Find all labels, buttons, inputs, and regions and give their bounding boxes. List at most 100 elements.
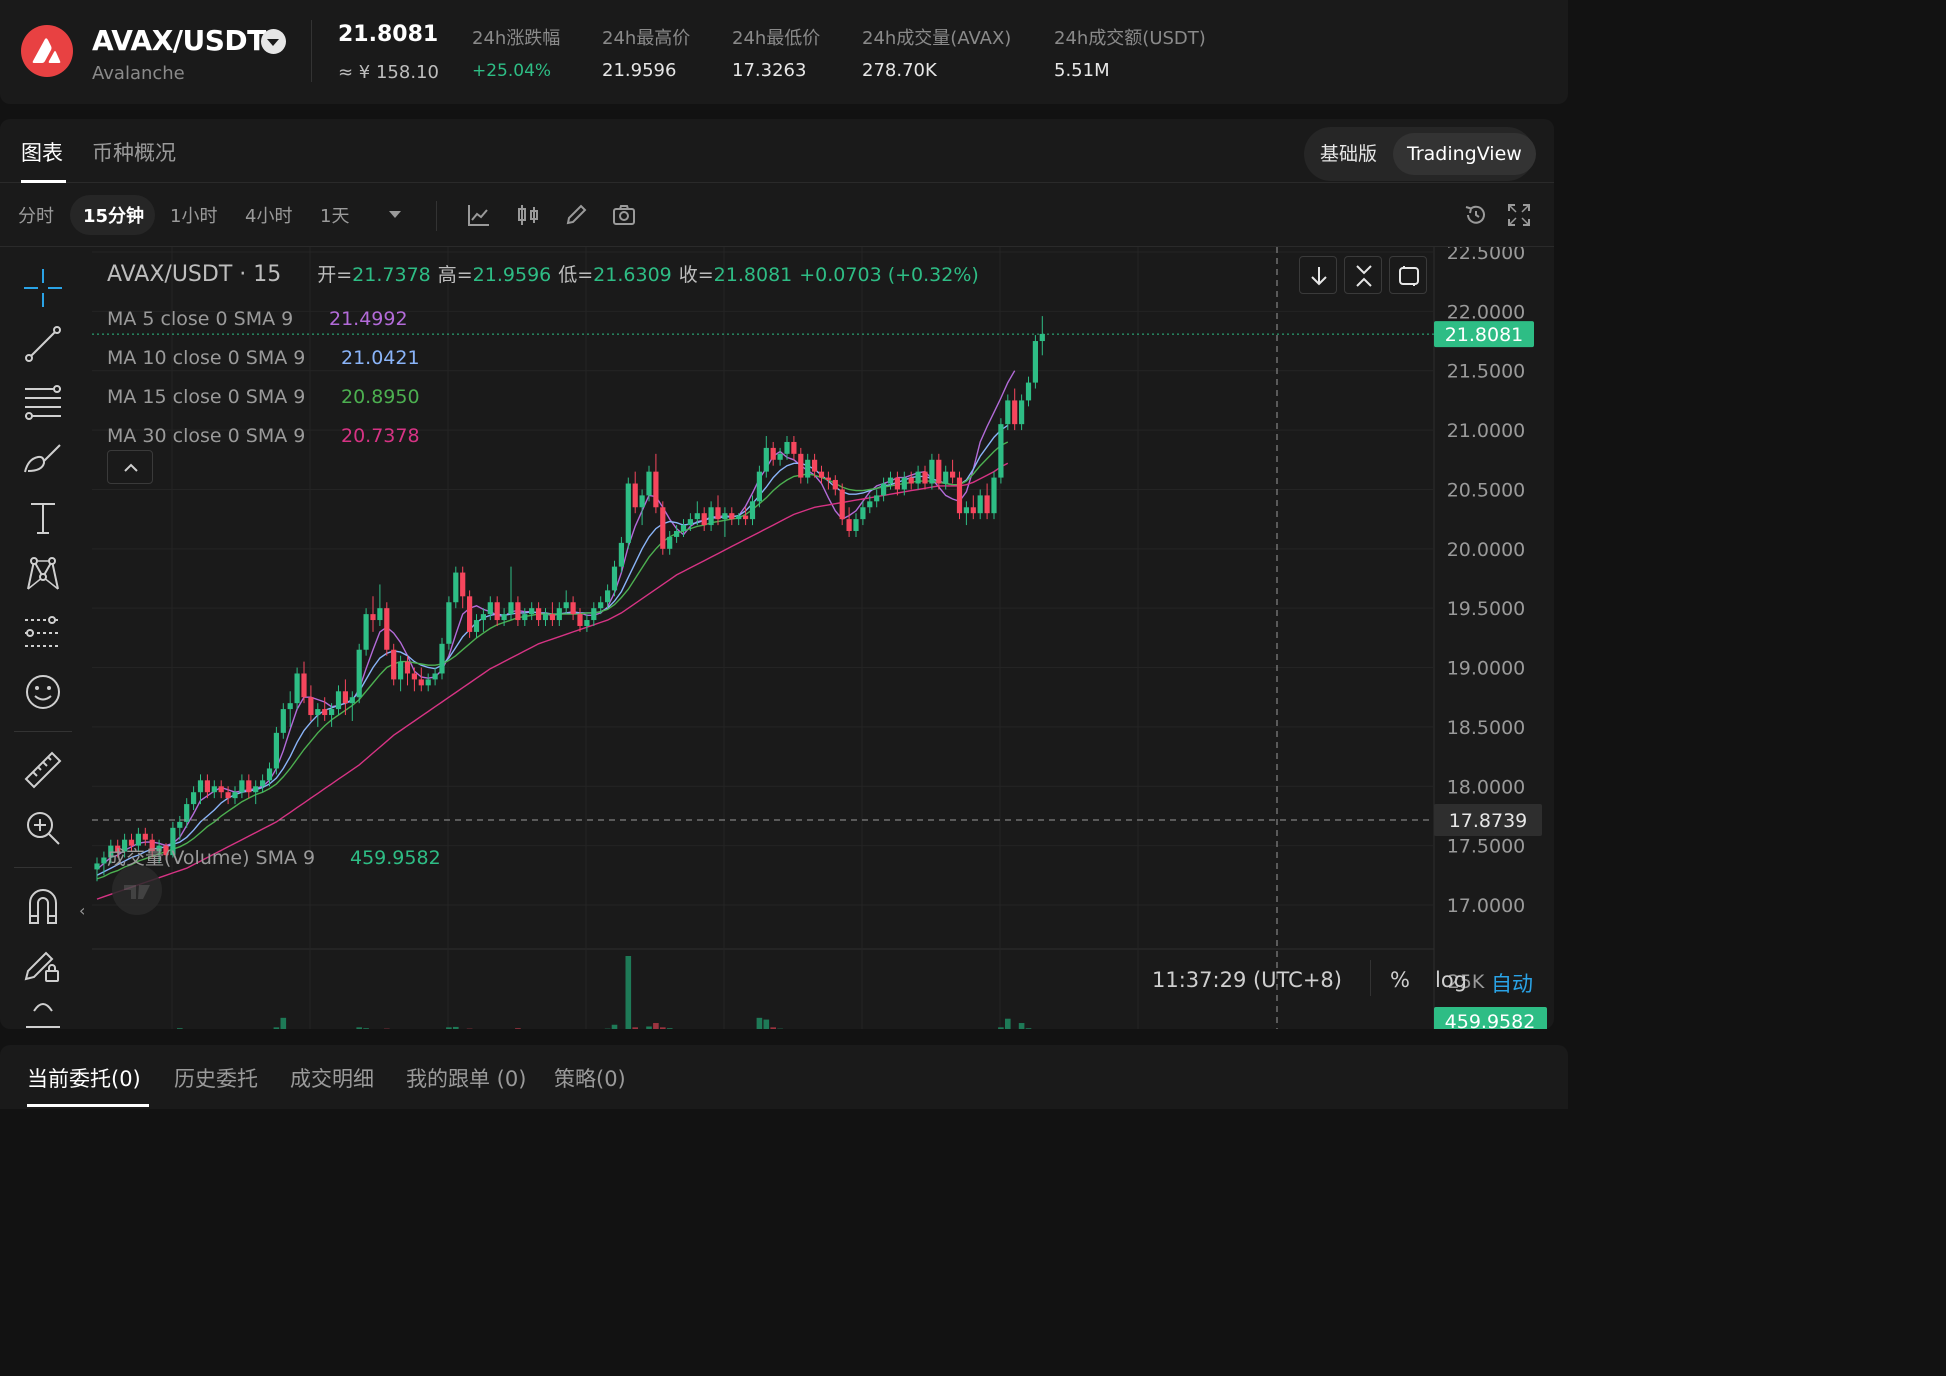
candle-body	[943, 471, 949, 484]
candle-body	[950, 471, 956, 478]
pair-symbol[interactable]: AVAX/USDT	[92, 24, 266, 57]
candle-body	[1039, 333, 1045, 342]
candle-body	[1012, 400, 1018, 425]
collapse-legend-button[interactable]	[107, 450, 153, 484]
zoom-in-icon[interactable]	[22, 807, 64, 849]
candle-body	[963, 507, 969, 514]
text-tool-icon[interactable]	[22, 497, 64, 539]
eye-icon[interactable]	[22, 999, 64, 1029]
last-price-cny: ≈ ¥ 158.10	[338, 62, 439, 83]
pencil-icon[interactable]	[563, 202, 589, 228]
candle-body	[881, 483, 887, 496]
candle-body	[618, 542, 624, 567]
chart-panel: 图表 币种概况 基础版 TradingView 分时 15分钟 1小时 4小时 …	[0, 119, 1554, 1077]
ma-legend-row[interactable]: MA 5 close 0 SMA 9 21.4992	[107, 300, 420, 339]
candle-body	[563, 602, 569, 609]
candle-body	[715, 507, 721, 520]
last-price: 21.8081	[338, 22, 439, 47]
pair-full-name: Avalanche	[92, 63, 185, 84]
candle-body	[432, 673, 438, 680]
volume-bar	[363, 1028, 369, 1036]
maximize-pane-button[interactable]	[1389, 256, 1427, 294]
candle-body	[377, 608, 383, 621]
more-intervals-icon[interactable]	[389, 211, 401, 218]
tab-copy-trading[interactable]: 我的跟单 (0)	[406, 1063, 526, 1093]
percent-scale-button[interactable]: %	[1390, 968, 1410, 992]
candle-body	[660, 507, 666, 549]
ma-legend-row[interactable]: MA 15 close 0 SMA 9 20.8950	[107, 378, 420, 417]
candle-body	[1025, 382, 1032, 401]
indicators-icon[interactable]	[515, 202, 541, 228]
candle-body	[329, 709, 335, 716]
scroll-left-icon[interactable]: ‹	[79, 901, 85, 920]
log-scale-button[interactable]: log	[1435, 968, 1467, 992]
interval-4h[interactable]: 4小时	[245, 202, 292, 228]
chart-type-icon[interactable]	[466, 202, 492, 228]
stat-value-high: 21.9596	[602, 60, 677, 81]
candle-body	[529, 608, 535, 615]
interval-timeline[interactable]: 分时	[18, 202, 54, 228]
brush-icon[interactable]	[22, 439, 64, 481]
trend-line-icon[interactable]	[22, 323, 64, 365]
volume-bar	[770, 1027, 776, 1036]
interval-1d[interactable]: 1天	[320, 202, 349, 228]
lock-drawing-icon[interactable]	[22, 943, 64, 985]
ma-line-ma30	[96, 462, 1009, 900]
interval-15m[interactable]: 15分钟	[83, 202, 144, 228]
candle-body	[418, 679, 424, 686]
open-label: 开=	[317, 264, 353, 286]
candle-body	[191, 792, 197, 805]
candle-body	[998, 424, 1004, 478]
ma-legend: MA 5 close 0 SMA 9 21.4992 MA 10 close 0 …	[107, 300, 420, 456]
candle-body	[770, 447, 776, 460]
ruler-icon[interactable]	[22, 749, 64, 791]
candle-body	[818, 471, 825, 478]
auto-scale-button[interactable]: 自动	[1491, 968, 1533, 998]
candle-body	[577, 614, 583, 626]
stat-label-turnover: 24h成交额(USDT)	[1054, 28, 1206, 49]
camera-icon[interactable]	[611, 202, 637, 228]
candle-body	[846, 519, 852, 532]
candle-body	[901, 477, 907, 490]
tab-coin-overview[interactable]: 币种概况	[92, 137, 176, 167]
volume-bar	[1025, 1028, 1032, 1036]
pair-dropdown-icon[interactable]	[261, 29, 286, 54]
crosshair-icon[interactable]	[22, 267, 64, 309]
emoji-icon[interactable]	[22, 671, 64, 713]
interval-1h[interactable]: 1小时	[170, 202, 217, 228]
fib-retracement-icon[interactable]	[22, 381, 64, 423]
tab-open-orders[interactable]: 当前委托(0)	[27, 1063, 141, 1093]
candle-body	[984, 495, 990, 514]
candle-body	[929, 459, 935, 484]
candle-body	[867, 501, 873, 508]
ma-legend-row[interactable]: MA 10 close 0 SMA 9 21.0421	[107, 339, 420, 378]
candle-body	[411, 673, 417, 680]
tab-strategies[interactable]: 策略(0)	[554, 1063, 626, 1093]
stat-label-volume: 24h成交量(AVAX)	[862, 28, 1012, 49]
tab-chart[interactable]: 图表	[21, 137, 63, 167]
prediction-icon[interactable]	[22, 611, 64, 653]
magnet-icon[interactable]	[22, 885, 64, 927]
tab-trade-details[interactable]: 成交明细	[290, 1063, 374, 1093]
ticker-header: AVAX/USDT Avalanche 21.8081 ≈ ¥ 158.10 2…	[0, 0, 1568, 104]
scroll-down-button[interactable]	[1299, 256, 1337, 294]
drawing-toolbar	[0, 247, 88, 1029]
mode-tradingview-button[interactable]: TradingView	[1393, 133, 1536, 175]
pattern-icon[interactable]	[22, 553, 64, 595]
tab-order-history[interactable]: 历史委托	[174, 1063, 258, 1093]
candle-body	[812, 459, 818, 472]
fullscreen-icon[interactable]	[1506, 202, 1532, 228]
candle-body	[294, 673, 300, 704]
candle-body	[501, 614, 507, 621]
candle-body	[211, 786, 217, 793]
history-icon[interactable]	[1463, 202, 1489, 228]
collapse-panes-button[interactable]	[1344, 256, 1382, 294]
mode-basic-button[interactable]: 基础版	[1306, 133, 1391, 175]
chart-legend: AVAX/USDT · 15 开=21.7378 高=21.9596 低=21.…	[107, 260, 979, 287]
close-label: 收=	[678, 264, 714, 286]
candle-body	[729, 513, 735, 520]
chart-tabs: 图表 币种概况 基础版 TradingView	[0, 119, 1554, 183]
candle-body	[667, 536, 673, 549]
chart-area[interactable]: 22.5000 22.0000 21.5000 21.0000 20.5000 20.00…	[79, 242, 1554, 1077]
candle-body	[301, 673, 307, 698]
